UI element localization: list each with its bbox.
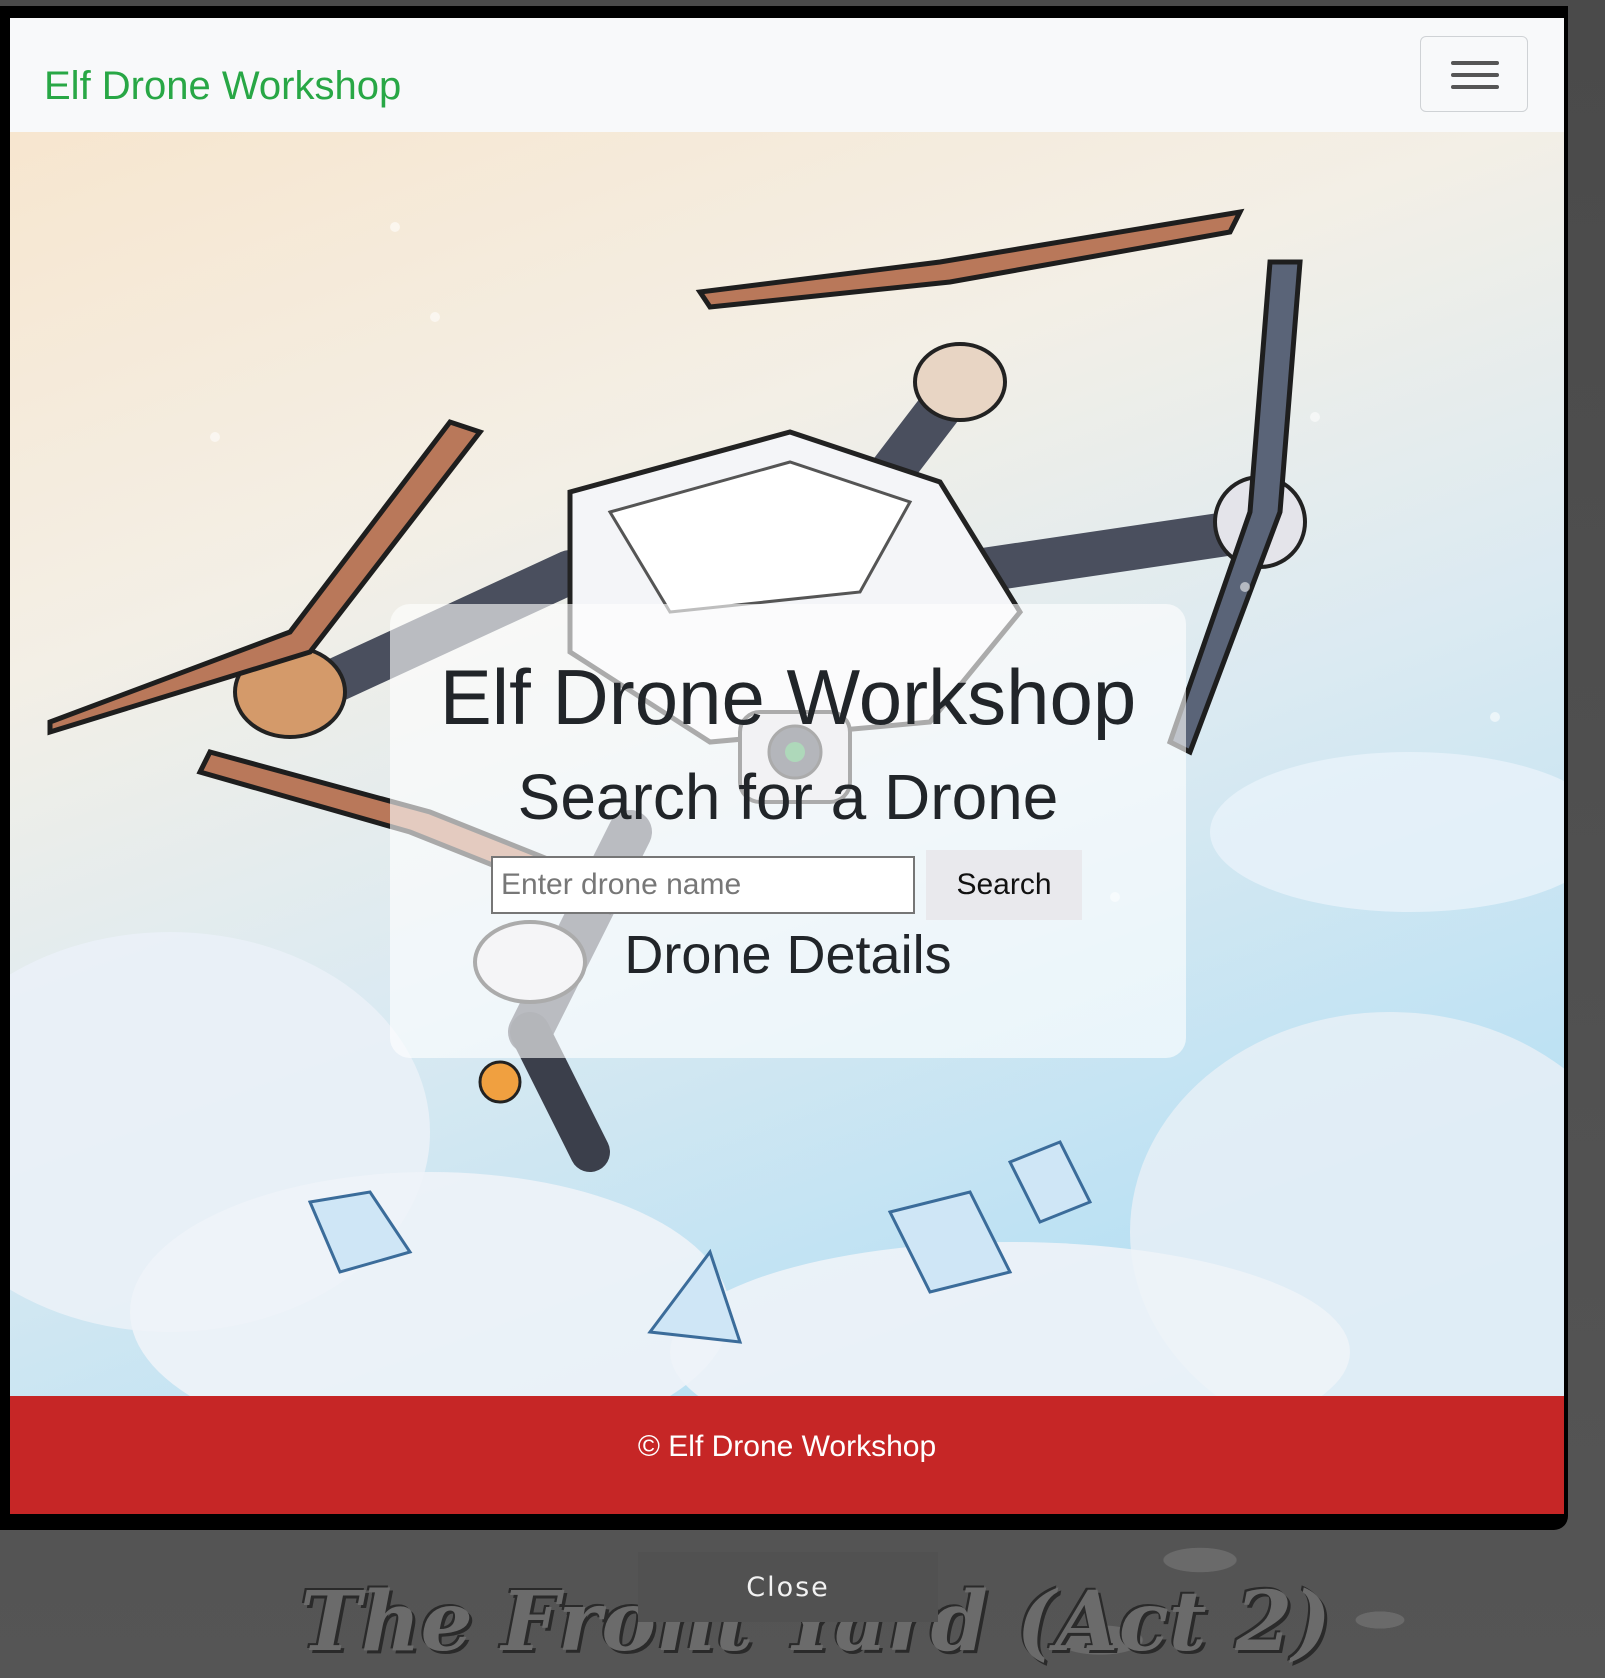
- navbar: Elf Drone Workshop: [10, 18, 1564, 132]
- search-button[interactable]: Search: [926, 850, 1082, 920]
- page-title: Elf Drone Workshop: [439, 653, 1137, 741]
- navbar-brand[interactable]: Elf Drone Workshop: [44, 64, 401, 109]
- drone-search-input[interactable]: [491, 856, 915, 914]
- page-subtitle: Search for a Drone: [517, 761, 1059, 833]
- navbar-toggler-button[interactable]: [1420, 36, 1528, 112]
- embedded-page: Elf Drone Workshop Elf Drone Workshop Se…: [10, 18, 1564, 1514]
- footer-copyright: © Elf Drone Workshop: [637, 1430, 937, 1463]
- close-button[interactable]: Close: [638, 1552, 938, 1622]
- drone-details-heading: Drone Details: [624, 925, 952, 985]
- hero-section: Elf Drone Workshop Search for a Drone Se…: [10, 132, 1564, 1396]
- modal-window: Elf Drone Workshop Elf Drone Workshop Se…: [0, 6, 1568, 1530]
- footer: © Elf Drone Workshop: [10, 1396, 1564, 1514]
- search-card: Elf Drone Workshop Search for a Drone Se…: [390, 604, 1186, 1058]
